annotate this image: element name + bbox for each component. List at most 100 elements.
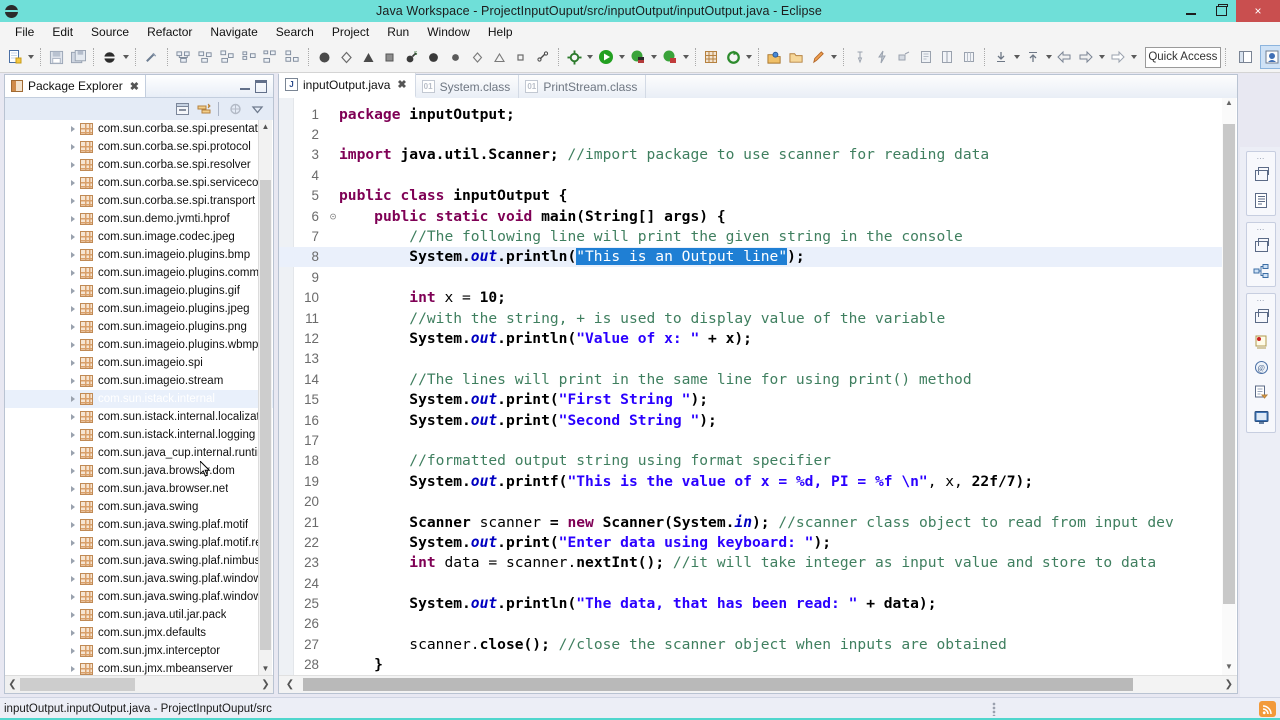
code-line-13[interactable]: 13 [279, 349, 1223, 369]
scroll-up-icon[interactable]: ▲ [1222, 98, 1236, 111]
expand-arrow-icon[interactable] [67, 174, 78, 192]
editor-vertical-scrollbar[interactable]: ▲ ▼ [1222, 98, 1236, 675]
code-line-21[interactable]: 21 Scanner scanner = new Scanner(System.… [279, 512, 1223, 532]
outline-view-icon[interactable] [1248, 188, 1274, 212]
search-icon[interactable] [445, 46, 465, 68]
new-class-icon[interactable] [174, 46, 194, 68]
tree-item-23[interactable]: com.sun.java.swing.plaf.motif.re [5, 534, 273, 552]
hscroll-track[interactable] [20, 678, 258, 691]
tree-item-10[interactable]: com.sun.imageio.plugins.jpeg [5, 300, 273, 318]
tree-item-26[interactable]: com.sun.java.swing.plaf.window [5, 588, 273, 606]
code-line-10[interactable]: 10 int x = 10; [279, 288, 1223, 308]
expand-arrow-icon[interactable] [67, 264, 78, 282]
tree-item-28[interactable]: com.sun.jmx.defaults [5, 624, 273, 642]
tree-item-13[interactable]: com.sun.imageio.spi [5, 354, 273, 372]
expand-arrow-icon[interactable] [67, 408, 78, 426]
restore-icon[interactable] [1248, 305, 1274, 329]
menu-edit[interactable]: Edit [43, 23, 82, 41]
maximize-button[interactable] [1206, 0, 1236, 22]
breakpoint-icon[interactable] [314, 46, 334, 68]
tree-item-3[interactable]: com.sun.corba.se.spi.servicecon [5, 174, 273, 192]
code-line-19[interactable]: 19 System.out.printf("This is the value … [279, 471, 1223, 491]
new-enum-icon[interactable] [217, 46, 237, 68]
prev-annotation-icon[interactable] [489, 46, 509, 68]
expand-arrow-icon[interactable] [67, 246, 78, 264]
code-line-12[interactable]: 12 System.out.println("Value of x: " + x… [279, 328, 1223, 348]
expand-arrow-icon[interactable] [67, 192, 78, 210]
drag-handle-icon[interactable]: ⋯ [1247, 154, 1275, 163]
external-tools-dropdown-icon[interactable] [585, 46, 595, 68]
code-line-1[interactable]: 1 package inputOutput; [279, 104, 1223, 124]
minimize-icon[interactable] [237, 78, 253, 94]
expand-arrow-icon[interactable] [67, 138, 78, 156]
expand-arrow-icon[interactable] [67, 282, 78, 300]
open-folder-icon[interactable] [787, 46, 807, 68]
tree-item-27[interactable]: com.sun.java.util.jar.pack [5, 606, 273, 624]
expand-arrow-icon[interactable] [67, 534, 78, 552]
forward-icon[interactable] [1076, 46, 1096, 68]
tree-item-8[interactable]: com.sun.imageio.plugins.comm [5, 264, 273, 282]
java-editor-icon[interactable] [809, 46, 829, 68]
menu-project[interactable]: Project [323, 23, 378, 41]
problems-view-icon[interactable] [1248, 330, 1274, 354]
code-line-3[interactable]: 3 import java.util.Scanner; //import pack… [279, 145, 1223, 165]
code-line-7[interactable]: 7 //The following line will print the gi… [279, 226, 1223, 246]
editor-tab-system-class[interactable]: 01 System.class [416, 75, 520, 98]
code-line-22[interactable]: 22 System.out.print("Enter data using ke… [279, 532, 1223, 552]
code-line-15[interactable]: 15 System.out.print("First String "); [279, 389, 1223, 409]
marker-icon[interactable] [511, 46, 531, 68]
menu-navigate[interactable]: Navigate [201, 23, 266, 41]
code-line-16[interactable]: 16 System.out.print("Second String "); [279, 410, 1223, 430]
debug-icon[interactable] [628, 46, 648, 68]
code-line-2[interactable]: 2 [279, 124, 1223, 144]
tree-item-1[interactable]: com.sun.corba.se.spi.protocol [5, 138, 273, 156]
tree-item-2[interactable]: com.sun.corba.se.spi.resolver [5, 156, 273, 174]
next-edit-icon[interactable] [1023, 46, 1043, 68]
run-dropdown-icon[interactable] [617, 46, 627, 68]
package-explorer-vertical-scrollbar[interactable]: ▲ ▼ [258, 120, 272, 675]
code-area[interactable]: 1 package inputOutput; 2 3 import java.util.… [279, 98, 1237, 675]
expand-arrow-icon[interactable] [67, 480, 78, 498]
console-view-icon[interactable] [1248, 405, 1274, 429]
tree-item-16[interactable]: com.sun.istack.internal.localizati [5, 408, 273, 426]
coverage-icon[interactable] [660, 46, 680, 68]
scroll-right-icon[interactable]: ❯ [1225, 679, 1233, 690]
tree-item-11[interactable]: com.sun.imageio.plugins.png [5, 318, 273, 336]
next-edit-dropdown-icon[interactable] [1044, 46, 1054, 68]
forward-dropdown-icon[interactable] [1097, 46, 1107, 68]
java-perspective-icon[interactable] [1260, 45, 1280, 69]
resize-grip-icon[interactable] [992, 702, 996, 716]
editor-tab-printstream-class[interactable]: 01 PrintStream.class [519, 75, 647, 98]
scrollbar-thumb[interactable] [303, 678, 1133, 691]
code-line-11[interactable]: 11 //with the string, + is used to displ… [279, 308, 1223, 328]
tree-item-21[interactable]: com.sun.java.swing [5, 498, 273, 516]
scroll-left-icon[interactable]: ❮ [5, 679, 20, 690]
expand-arrow-icon[interactable] [67, 372, 78, 390]
quick-access-field[interactable]: Quick Access [1144, 46, 1221, 68]
collapse-all-icon[interactable] [172, 100, 192, 118]
close-icon[interactable]: ✖ [397, 78, 406, 91]
new-java-package-icon[interactable] [100, 46, 120, 68]
link-with-editor-icon[interactable] [194, 100, 214, 118]
new-package-icon[interactable] [701, 46, 721, 68]
code-line-18[interactable]: 18 //formatted output string using forma… [279, 451, 1223, 471]
javadoc-view-icon[interactable]: @ [1248, 355, 1274, 379]
new-wizard-dropdown-icon[interactable] [26, 46, 36, 68]
code-line-24[interactable]: 24 [279, 573, 1223, 593]
tree-item-9[interactable]: com.sun.imageio.plugins.gif [5, 282, 273, 300]
expand-arrow-icon[interactable] [67, 228, 78, 246]
tree-item-29[interactable]: com.sun.jmx.interceptor [5, 642, 273, 660]
code-line-5[interactable]: 5 public class inputOutput { [279, 186, 1223, 206]
tree-item-25[interactable]: com.sun.java.swing.plaf.window [5, 570, 273, 588]
expand-arrow-icon[interactable] [67, 156, 78, 174]
save-icon[interactable] [47, 46, 67, 68]
minimize-button[interactable] [1176, 0, 1206, 22]
expand-arrow-icon[interactable] [67, 300, 78, 318]
tree-item-22[interactable]: com.sun.java.swing.plaf.motif [5, 516, 273, 534]
code-line-4[interactable]: 4 [279, 165, 1223, 185]
refresh-icon[interactable] [723, 46, 743, 68]
debug-stop-icon[interactable] [380, 46, 400, 68]
expand-arrow-icon[interactable] [67, 120, 78, 138]
next-arrow-dropdown-icon[interactable] [1129, 46, 1139, 68]
restore-icon[interactable] [1248, 163, 1274, 187]
